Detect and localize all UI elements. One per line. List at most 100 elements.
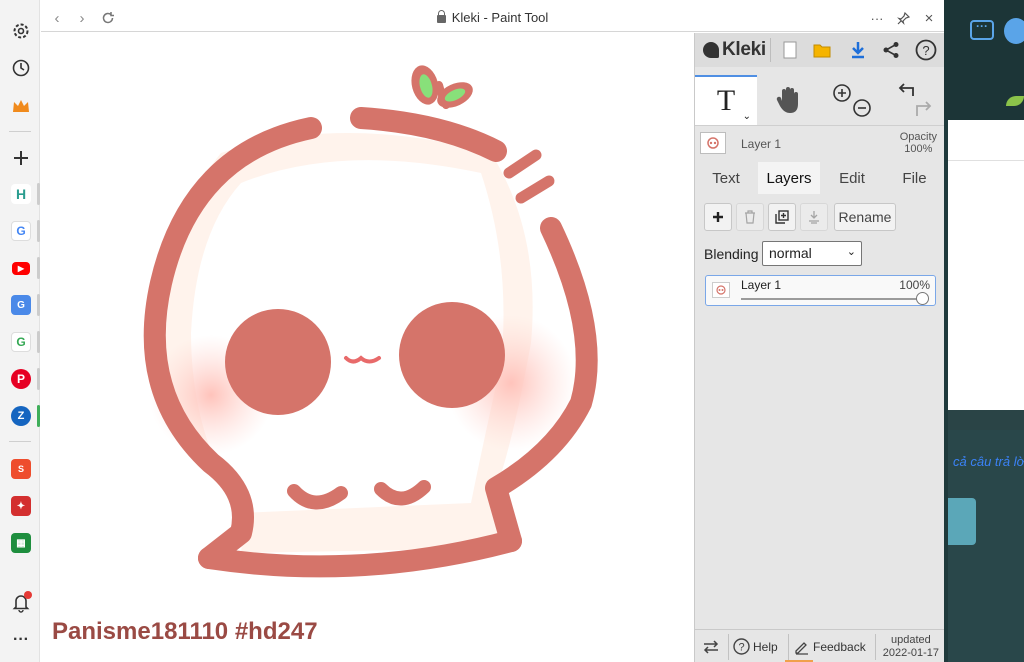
feedback-label: Feedback xyxy=(813,639,866,654)
zoom-icons[interactable] xyxy=(830,80,874,120)
rename-button[interactable]: Rename xyxy=(834,203,896,231)
tab-indicator xyxy=(37,294,40,316)
tool-row: T ⌄ xyxy=(695,75,945,125)
slider-handle[interactable] xyxy=(916,292,929,305)
folder-icon xyxy=(813,44,831,58)
window-title-text: Kleki - Paint Tool xyxy=(451,10,549,25)
more-icon[interactable]: ··· xyxy=(8,627,34,653)
notifications-icon[interactable] xyxy=(8,590,34,616)
tab-indicator xyxy=(37,183,40,205)
tab-edit[interactable]: Edit xyxy=(821,162,883,194)
help-button[interactable]: ? xyxy=(914,38,938,62)
opacity-value: 100% xyxy=(904,143,933,155)
blending-value: normal xyxy=(769,245,812,261)
swap-side-button[interactable] xyxy=(702,630,720,662)
trash-icon xyxy=(745,210,755,224)
sidebar-divider xyxy=(9,441,31,442)
header-divider xyxy=(770,38,771,62)
kleki-logo[interactable]: Kleki xyxy=(703,38,766,62)
sheets-icon[interactable]: ▦ xyxy=(8,530,34,556)
background-answer-text[interactable]: cả câu trả lờ xyxy=(953,454,1024,469)
pin-button[interactable] xyxy=(893,8,913,28)
tab-indicator xyxy=(37,331,40,353)
share-button[interactable] xyxy=(879,38,903,62)
history-icon[interactable] xyxy=(8,55,34,81)
updated-date: 2022-01-17 xyxy=(882,647,939,659)
sidebar-app-h-icon[interactable]: H xyxy=(8,181,34,207)
tab-file[interactable]: File xyxy=(884,162,945,194)
feedback-link[interactable]: Feedback xyxy=(794,630,866,662)
updated-label: updated xyxy=(890,634,931,646)
hand-tool-button[interactable] xyxy=(758,75,820,125)
share-icon xyxy=(883,42,899,58)
help-icon: ? xyxy=(915,39,937,61)
drawing-canvas[interactable]: Panisme181110 #hd247 xyxy=(41,33,694,662)
left-eye xyxy=(225,309,331,415)
background-band xyxy=(948,410,1024,430)
download-icon xyxy=(852,42,864,59)
current-layer-name: Layer 1 xyxy=(741,137,782,151)
pin-icon xyxy=(896,11,910,25)
title-bar: ‹ › Kleki - Paint Tool ··· × xyxy=(41,5,944,32)
layer-list-item[interactable]: Layer 1 100% xyxy=(705,275,936,306)
merge-down-icon xyxy=(809,211,819,224)
footer-divider xyxy=(875,634,876,660)
add-icon[interactable] xyxy=(8,145,34,171)
pinterest-icon[interactable]: P xyxy=(8,366,34,392)
tab-text[interactable]: Text xyxy=(695,162,757,194)
chevron-down-icon[interactable]: ⌄ xyxy=(743,111,751,122)
download-button[interactable] xyxy=(846,38,870,62)
close-button[interactable]: × xyxy=(919,8,939,28)
updated-info: updated 2022-01-17 xyxy=(883,634,939,660)
translate-icon[interactable]: G xyxy=(8,292,34,318)
background-page: cả câu trả lờ xyxy=(944,0,1024,662)
undo-redo-icons[interactable] xyxy=(893,80,937,120)
screen: H G ▶ G G P Z S ✦ ▦ ··· ‹ › Kleki - Pain… xyxy=(0,0,1024,662)
help-link[interactable]: ? Help xyxy=(733,630,778,662)
bell-icon[interactable] xyxy=(1004,18,1024,44)
drawing-artwork xyxy=(143,65,598,578)
zoom-buttons xyxy=(821,75,883,125)
layer-name: Layer 1 xyxy=(741,278,782,292)
add-layer-button[interactable] xyxy=(704,203,732,231)
shopee-icon[interactable]: S xyxy=(8,456,34,482)
google-icon[interactable]: G xyxy=(8,218,34,244)
swap-icon xyxy=(703,639,719,654)
more-options-button[interactable]: ··· xyxy=(867,8,887,28)
background-button[interactable] xyxy=(948,498,976,545)
duplicate-layer-button[interactable] xyxy=(768,203,796,231)
chat-icon[interactable] xyxy=(970,19,994,40)
current-layer-info: Layer 1 Opacity 100% xyxy=(695,125,945,159)
merge-layer-button[interactable] xyxy=(800,203,828,231)
open-image-button[interactable] xyxy=(810,38,834,62)
help-label: Help xyxy=(753,639,778,654)
youtube-icon[interactable]: ▶ xyxy=(8,255,34,281)
svg-text:?: ? xyxy=(922,43,929,58)
blending-label: Blending xyxy=(704,246,759,262)
crown-icon[interactable] xyxy=(8,93,34,119)
tab-layers[interactable]: Layers xyxy=(758,162,820,194)
lock-icon xyxy=(436,10,446,23)
new-file-icon xyxy=(783,41,797,59)
new-image-button[interactable] xyxy=(778,38,802,62)
panel-header: Kleki ? xyxy=(695,33,945,67)
google-icon[interactable]: G xyxy=(8,329,34,355)
layer-opacity-slider[interactable] xyxy=(741,298,922,300)
sidebar-app-red-icon[interactable]: ✦ xyxy=(8,493,34,519)
layer-thumbnail xyxy=(700,132,726,154)
opacity-label: Opacity xyxy=(899,131,937,143)
footer-divider xyxy=(788,634,789,660)
plus-icon xyxy=(713,212,723,222)
panel-tabs: Text Layers Edit File xyxy=(695,162,945,194)
delete-layer-button[interactable] xyxy=(736,203,764,231)
sidebar-app-blue-icon[interactable]: Z xyxy=(8,403,34,429)
panel-footer: ? Help Feedback updated 2022-01-17 xyxy=(695,629,945,662)
blending-select[interactable]: normal ⌄ xyxy=(762,241,862,266)
background-content xyxy=(948,120,1024,410)
settings-icon[interactable] xyxy=(8,18,34,44)
layer-buttons: Rename xyxy=(695,203,945,233)
text-tool-icon: T xyxy=(716,84,736,117)
text-tool-button[interactable]: T ⌄ xyxy=(695,75,757,125)
kleki-panel: Kleki ? T ⌄ Layer 1 Opacity 100% Text La… xyxy=(694,33,945,662)
sidebar-divider xyxy=(9,131,31,132)
